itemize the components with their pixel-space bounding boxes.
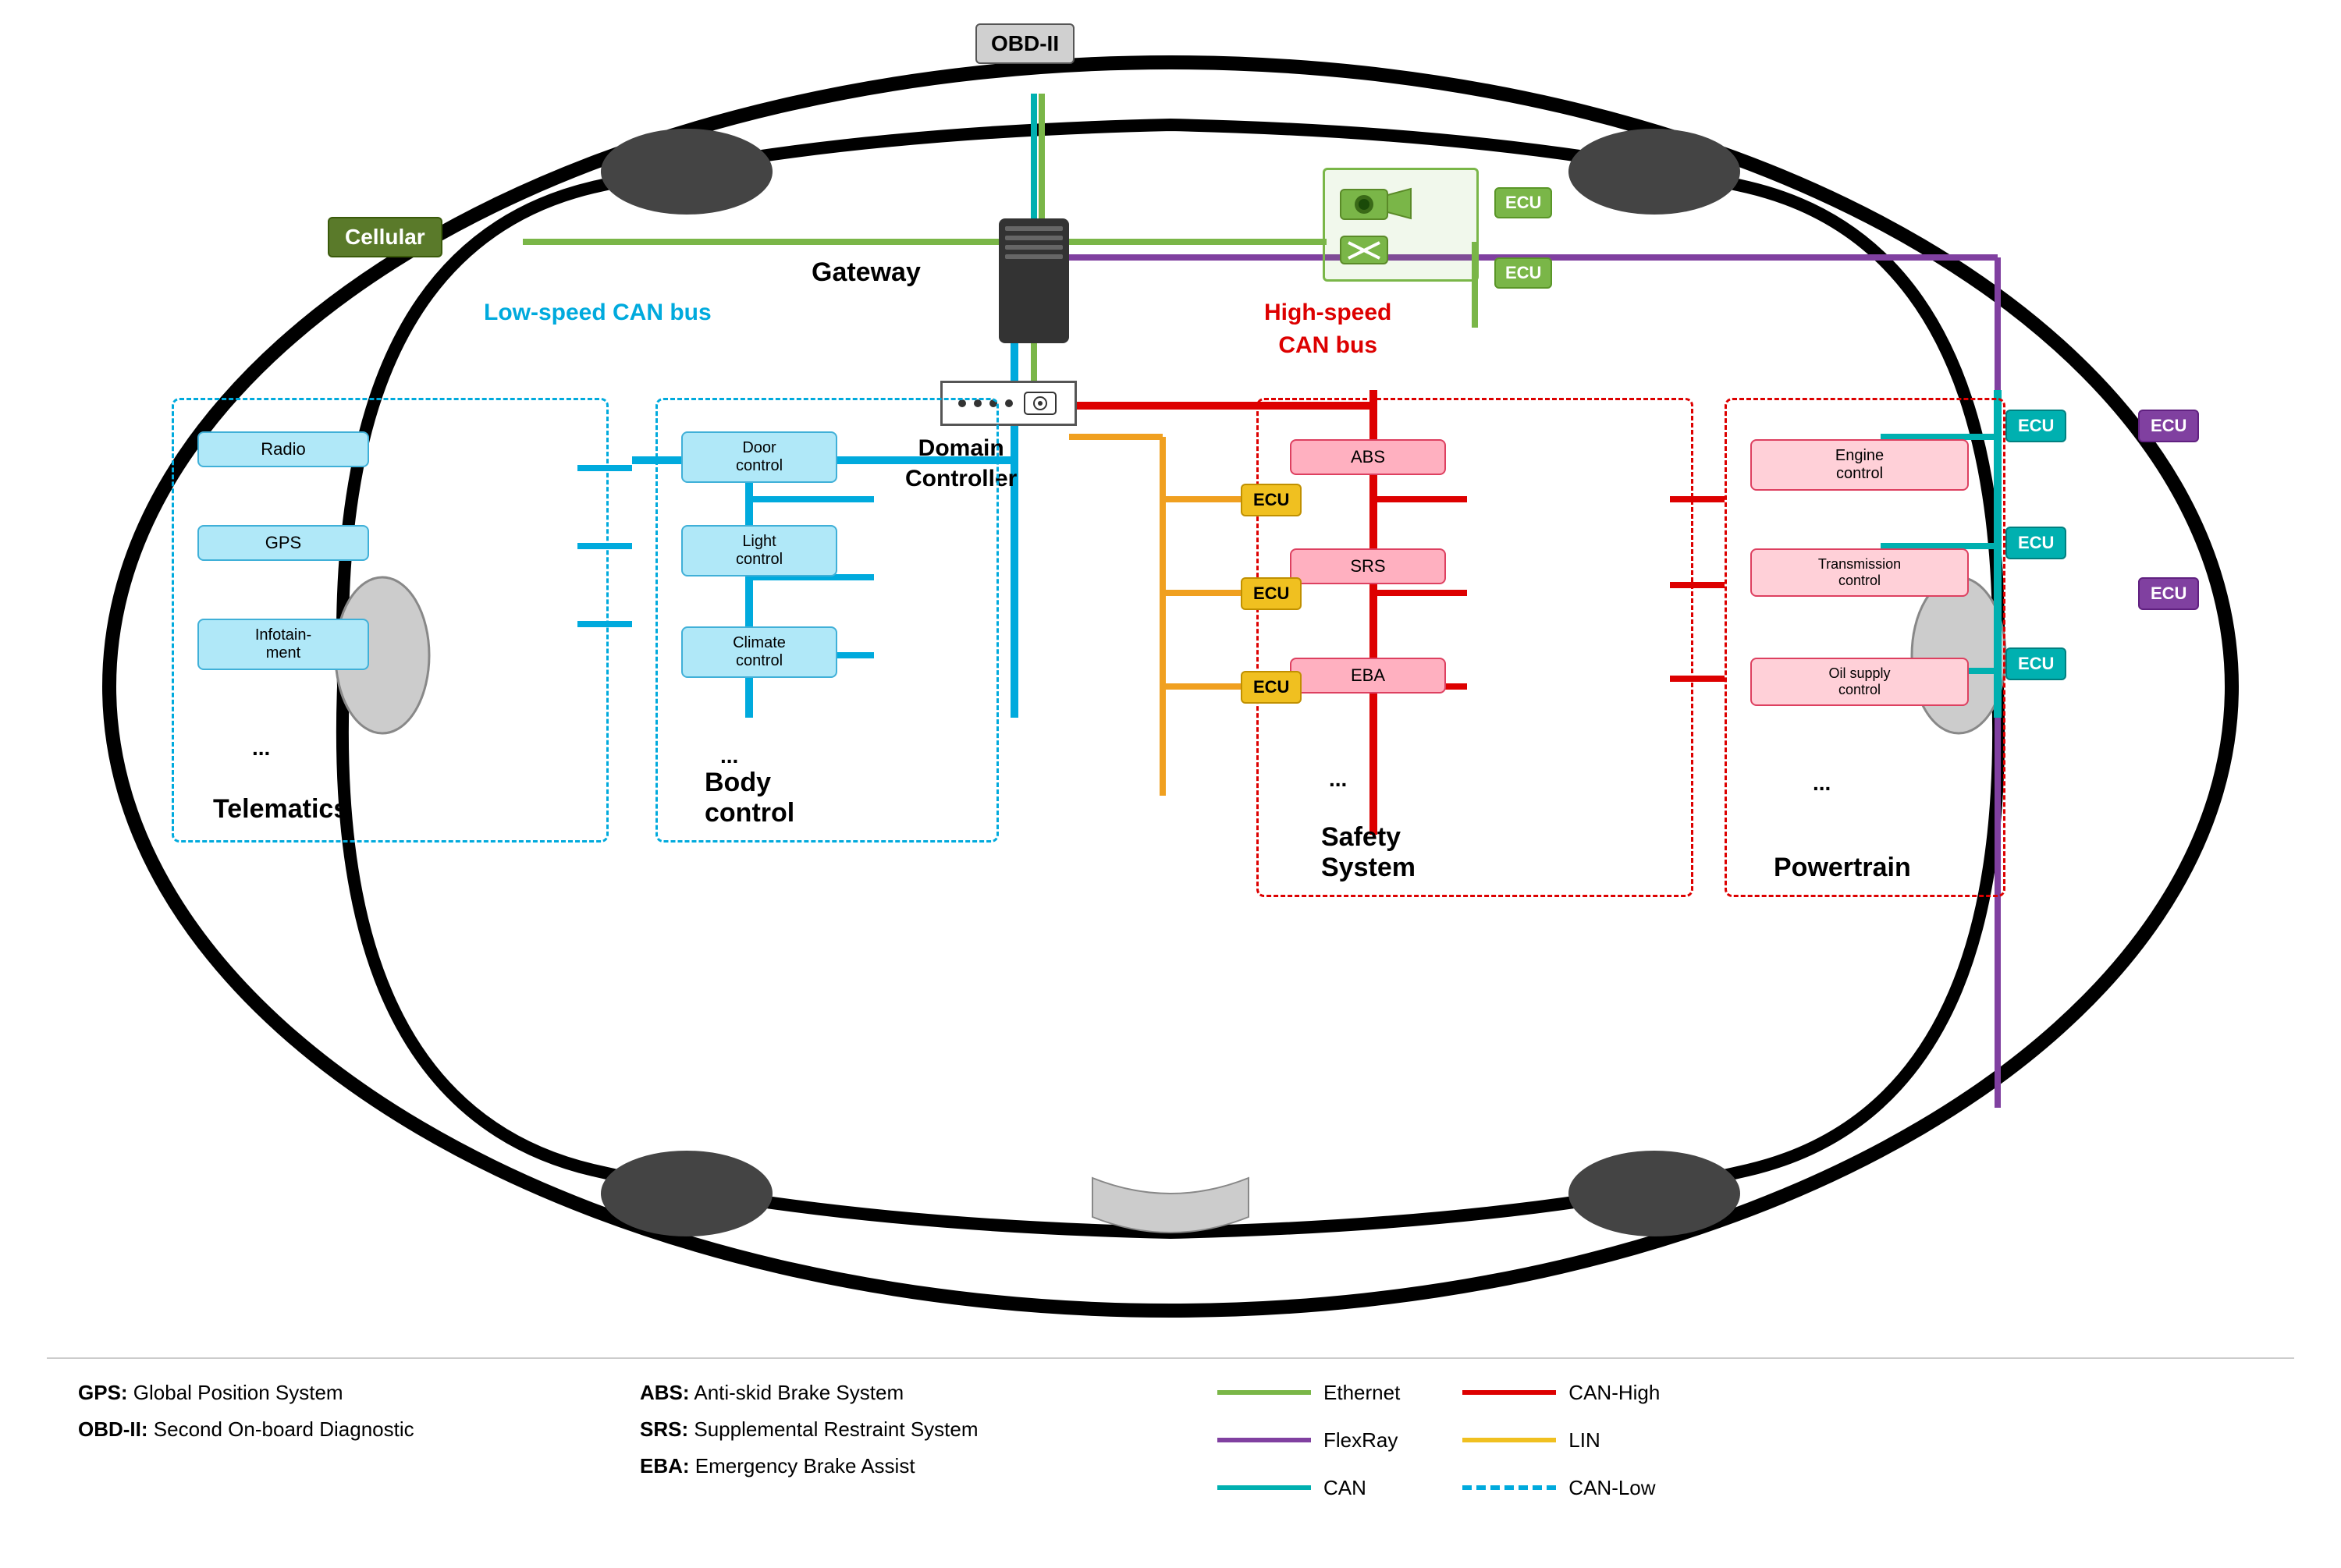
green-ecu-cluster	[1323, 168, 1479, 282]
engine-control-node: Enginecontrol	[1750, 439, 1969, 491]
ecu-lin-3: ECU	[1241, 671, 1302, 704]
ecu-can-3: ECU	[2005, 647, 2066, 680]
abs-node: ABS	[1290, 439, 1446, 475]
ecu-lin-2: ECU	[1241, 577, 1302, 610]
abbr-srs: SRS: Supplemental Restraint System	[640, 1411, 1124, 1448]
legend-can-low: CAN-Low	[1462, 1470, 1660, 1506]
ecu-can-2: ECU	[2005, 527, 2066, 559]
car-diagram: OBD-II Cellular Gateway Low-speed CAN bu…	[47, 16, 2294, 1342]
powertrain-box: Enginecontrol Transmissioncontrol Oil su…	[1725, 398, 2005, 897]
infotainment-node: Infotain-ment	[197, 619, 369, 670]
lin-line	[1462, 1438, 1556, 1442]
legend-ethernet: Ethernet	[1217, 1375, 1400, 1411]
ecu-green-2: ECU	[1494, 257, 1552, 289]
climate-control-node: Climatecontrol	[681, 626, 837, 678]
ecu-green-1: ECU	[1494, 187, 1552, 218]
can-low-label: CAN-Low	[1568, 1470, 1655, 1506]
lowspeed-can-label: Low-speed CAN bus	[484, 296, 712, 329]
can-line	[1217, 1485, 1311, 1490]
can-low-line	[1462, 1485, 1556, 1490]
abbreviations: ABS: Anti-skid Brake System SRS: Supplem…	[640, 1375, 1124, 1517]
flexray-line	[1217, 1438, 1311, 1442]
can-high-label: CAN-High	[1568, 1375, 1660, 1411]
line-legend: Ethernet FlexRay CAN CAN-High	[1217, 1375, 1660, 1517]
legend-flexray: FlexRay	[1217, 1422, 1400, 1459]
powertrain-label: Powertrain	[1774, 853, 1911, 883]
ecu-flexray-2: ECU	[2138, 577, 2199, 610]
gateway-device	[999, 218, 1069, 343]
lin-label: LIN	[1568, 1422, 1600, 1459]
ecu-can-1: ECU	[2005, 410, 2066, 442]
legend-area: GPS: Global Position System OBD-II: Seco…	[47, 1357, 2294, 1517]
legend-can-high: CAN-High	[1462, 1375, 1660, 1411]
abbr-abs: ABS: Anti-skid Brake System	[640, 1375, 1124, 1411]
footnote-2: OBD-II: Second On-board Diagnostic	[78, 1411, 546, 1448]
cellular-box: Cellular	[328, 217, 442, 257]
ecu-lin-1: ECU	[1241, 484, 1302, 516]
footnote-1: GPS: Global Position System	[78, 1375, 546, 1411]
abbr-eba: EBA: Emergency Brake Assist	[640, 1448, 1124, 1485]
transmission-control-node: Transmissioncontrol	[1750, 548, 1969, 597]
ethernet-label: Ethernet	[1323, 1375, 1400, 1411]
legend-lin: LIN	[1462, 1422, 1660, 1459]
footnotes: GPS: Global Position System OBD-II: Seco…	[78, 1375, 546, 1517]
ecu-flexray-1: ECU	[2138, 410, 2199, 442]
flexray-label: FlexRay	[1323, 1422, 1398, 1459]
telematics-label: Telematics	[213, 794, 348, 825]
gps-node: GPS	[197, 525, 369, 561]
radio-node: Radio	[197, 431, 369, 467]
srs-node: SRS	[1290, 548, 1446, 584]
highspeed-can-label: High-speedCAN bus	[1264, 296, 1391, 362]
can-high-line	[1462, 1390, 1556, 1395]
eba-node: EBA	[1290, 658, 1446, 694]
light-control-node: Lightcontrol	[681, 525, 837, 576]
ethernet-line	[1217, 1390, 1311, 1395]
legend-can: CAN	[1217, 1470, 1400, 1506]
can-label: CAN	[1323, 1470, 1366, 1506]
safety-system-box: ABS SRS EBA ... SafetySystem	[1256, 398, 1693, 897]
body-control-label: Bodycontrol	[705, 768, 794, 828]
telematics-box: Radio GPS Infotain-ment ... Telematics	[172, 398, 609, 843]
body-control-box: Doorcontrol Lightcontrol Climatecontrol …	[655, 398, 999, 843]
obd-ii-box: OBD-II	[975, 23, 1075, 64]
gateway-label: Gateway	[812, 257, 921, 288]
door-control-node: Doorcontrol	[681, 431, 837, 483]
oil-supply-control-node: Oil supplycontrol	[1750, 658, 1969, 706]
safety-system-label: SafetySystem	[1321, 822, 1416, 883]
